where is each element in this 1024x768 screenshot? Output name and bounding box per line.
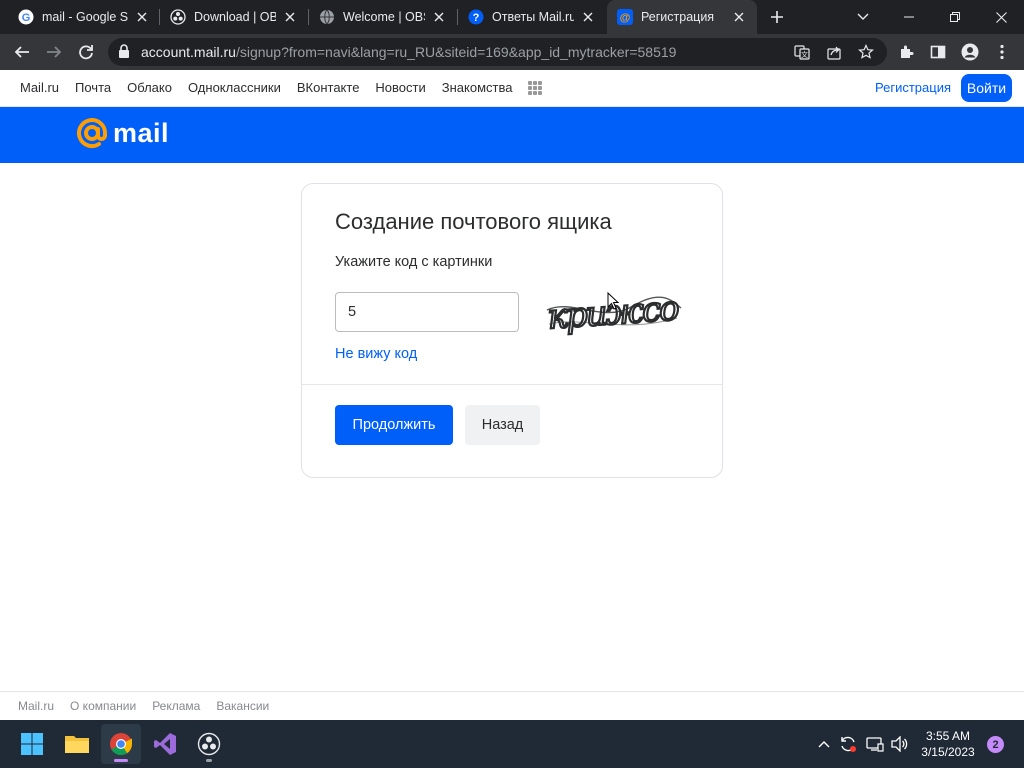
portal-link-vkontakte[interactable]: ВКонтакте — [297, 80, 360, 95]
login-button[interactable]: Войти — [961, 74, 1012, 102]
tab-title: Ответы Mail.ru: — [492, 10, 574, 24]
tab-registration[interactable]: @ Регистрация — [607, 0, 757, 34]
footer-link-ads[interactable]: Реклама — [152, 699, 200, 713]
globe-icon — [319, 9, 335, 25]
tab-title: Welcome | OBS — [343, 10, 425, 24]
tab-otvety[interactable]: ? Ответы Mail.ru: — [458, 0, 606, 34]
file-explorer-icon[interactable] — [57, 724, 97, 764]
back-arrow-icon[interactable] — [8, 38, 36, 66]
captcha-image: крижсо — [543, 280, 683, 344]
close-icon[interactable] — [731, 9, 747, 25]
card-divider — [302, 384, 722, 385]
portal-link-oblako[interactable]: Облако — [127, 80, 172, 95]
portal-nav: Mail.ru Почта Облако Одноклассники ВКонт… — [0, 70, 1024, 107]
translate-icon[interactable]: 文 — [792, 42, 812, 62]
card-title: Создание почтового ящика — [335, 209, 612, 234]
svg-text:文: 文 — [801, 50, 808, 59]
sync-icon[interactable] — [838, 734, 858, 754]
mail-at-icon: @ — [617, 9, 633, 25]
apps-grid-icon[interactable] — [528, 81, 542, 95]
footer-links: Mail.ru О компании Реклама Вакансии — [18, 699, 269, 713]
continue-button[interactable]: Продолжить — [335, 405, 453, 445]
browser-tab-strip: G mail - Google Se Download | OBS Welcom… — [0, 0, 1024, 34]
close-icon[interactable] — [431, 9, 447, 25]
tab-title: Регистрация — [641, 10, 715, 24]
mail-logo[interactable]: mail — [76, 117, 169, 149]
restore-button[interactable] — [932, 0, 978, 34]
google-g-icon: G — [18, 9, 34, 25]
captcha-code-input[interactable]: 5 — [335, 292, 519, 332]
volume-icon[interactable] — [890, 734, 910, 754]
otvety-icon: ? — [468, 9, 484, 25]
tab-google-search[interactable]: G mail - Google Se — [8, 0, 160, 34]
reload-icon[interactable] — [72, 38, 100, 66]
signup-card: Создание почтового ящика Укажите код с к… — [301, 183, 723, 478]
active-app-indicator — [114, 759, 128, 762]
window-close-button[interactable] — [978, 0, 1024, 34]
portal-link-znakomstva[interactable]: Знакомства — [442, 80, 513, 95]
profile-avatar-icon[interactable] — [956, 38, 984, 66]
windows-taskbar: 3:55 AM 3/15/2023 2 — [0, 720, 1024, 768]
cant-see-code-link[interactable]: Не вижу код — [335, 346, 417, 362]
display-icon[interactable] — [865, 734, 885, 754]
captcha-prompt: Укажите код с картинки — [335, 254, 493, 270]
svg-text:G: G — [22, 12, 31, 24]
browser-toolbar: account.mail.ru/signup?from=navi&lang=ru… — [0, 34, 1024, 70]
clock-date: 3/15/2023 — [921, 745, 975, 759]
logo-wordmark: mail — [113, 117, 170, 148]
portal-link-pochta[interactable]: Почта — [75, 80, 111, 95]
svg-text:@: @ — [620, 12, 631, 24]
portal-links: Mail.ru Почта Облако Одноклассники ВКонт… — [20, 80, 512, 95]
url-text: account.mail.ru/signup?from=navi&lang=ru… — [141, 44, 676, 60]
footer-link-mailru[interactable]: Mail.ru — [18, 699, 54, 713]
tab-obs-welcome[interactable]: Welcome | OBS — [309, 0, 457, 34]
tab-title: Download | OBS — [194, 10, 276, 24]
footer-link-jobs[interactable]: Вакансии — [216, 699, 269, 713]
obs-studio-icon[interactable] — [189, 724, 229, 764]
chevron-up-icon[interactable] — [814, 734, 834, 754]
back-button[interactable]: Назад — [465, 405, 540, 445]
portal-link-odnoklassniki[interactable]: Одноклассники — [188, 80, 281, 95]
tab-obs-download[interactable]: Download | OBS — [160, 0, 308, 34]
address-bar[interactable]: account.mail.ru/signup?from=navi&lang=ru… — [108, 38, 887, 66]
clock-time: 3:55 AM — [925, 729, 971, 743]
url-path: /signup?from=navi&lang=ru_RU&siteid=169&… — [235, 44, 677, 60]
at-sign-icon — [76, 117, 108, 149]
lock-icon[interactable] — [118, 44, 132, 60]
page-footer: Mail.ru О компании Реклама Вакансии — [0, 691, 1024, 720]
register-link[interactable]: Регистрация — [875, 80, 951, 95]
portal-link-mailru[interactable]: Mail.ru — [20, 80, 59, 95]
obs-icon — [170, 9, 186, 25]
bookmark-star-icon[interactable] — [856, 42, 876, 62]
share-icon[interactable] — [824, 42, 844, 62]
side-panel-icon[interactable] — [924, 38, 952, 66]
visual-studio-icon[interactable] — [145, 724, 185, 764]
mouse-cursor-icon — [607, 292, 619, 310]
tab-title: mail - Google Se — [42, 10, 128, 24]
windows-start-icon[interactable] — [12, 724, 52, 764]
close-icon[interactable] — [580, 9, 596, 25]
portal-link-novosti[interactable]: Новости — [375, 80, 425, 95]
svg-text:?: ? — [473, 12, 480, 24]
url-host: account.mail.ru — [141, 44, 236, 60]
extensions-icon[interactable] — [892, 38, 920, 66]
new-tab-button[interactable] — [766, 6, 788, 28]
running-app-indicator — [206, 759, 212, 762]
taskbar-clock[interactable]: 3:55 AM 3/15/2023 — [914, 728, 982, 760]
forward-arrow-icon[interactable] — [40, 38, 68, 66]
minimize-button[interactable] — [886, 0, 932, 34]
notification-badge[interactable]: 2 — [987, 736, 1004, 753]
close-icon[interactable] — [282, 9, 298, 25]
chrome-icon[interactable] — [101, 724, 141, 764]
captcha-code-value: 5 — [348, 304, 357, 320]
tab-search-button[interactable] — [840, 0, 886, 34]
kebab-menu-icon[interactable] — [988, 38, 1016, 66]
footer-link-about[interactable]: О компании — [70, 699, 136, 713]
close-icon[interactable] — [134, 9, 150, 25]
